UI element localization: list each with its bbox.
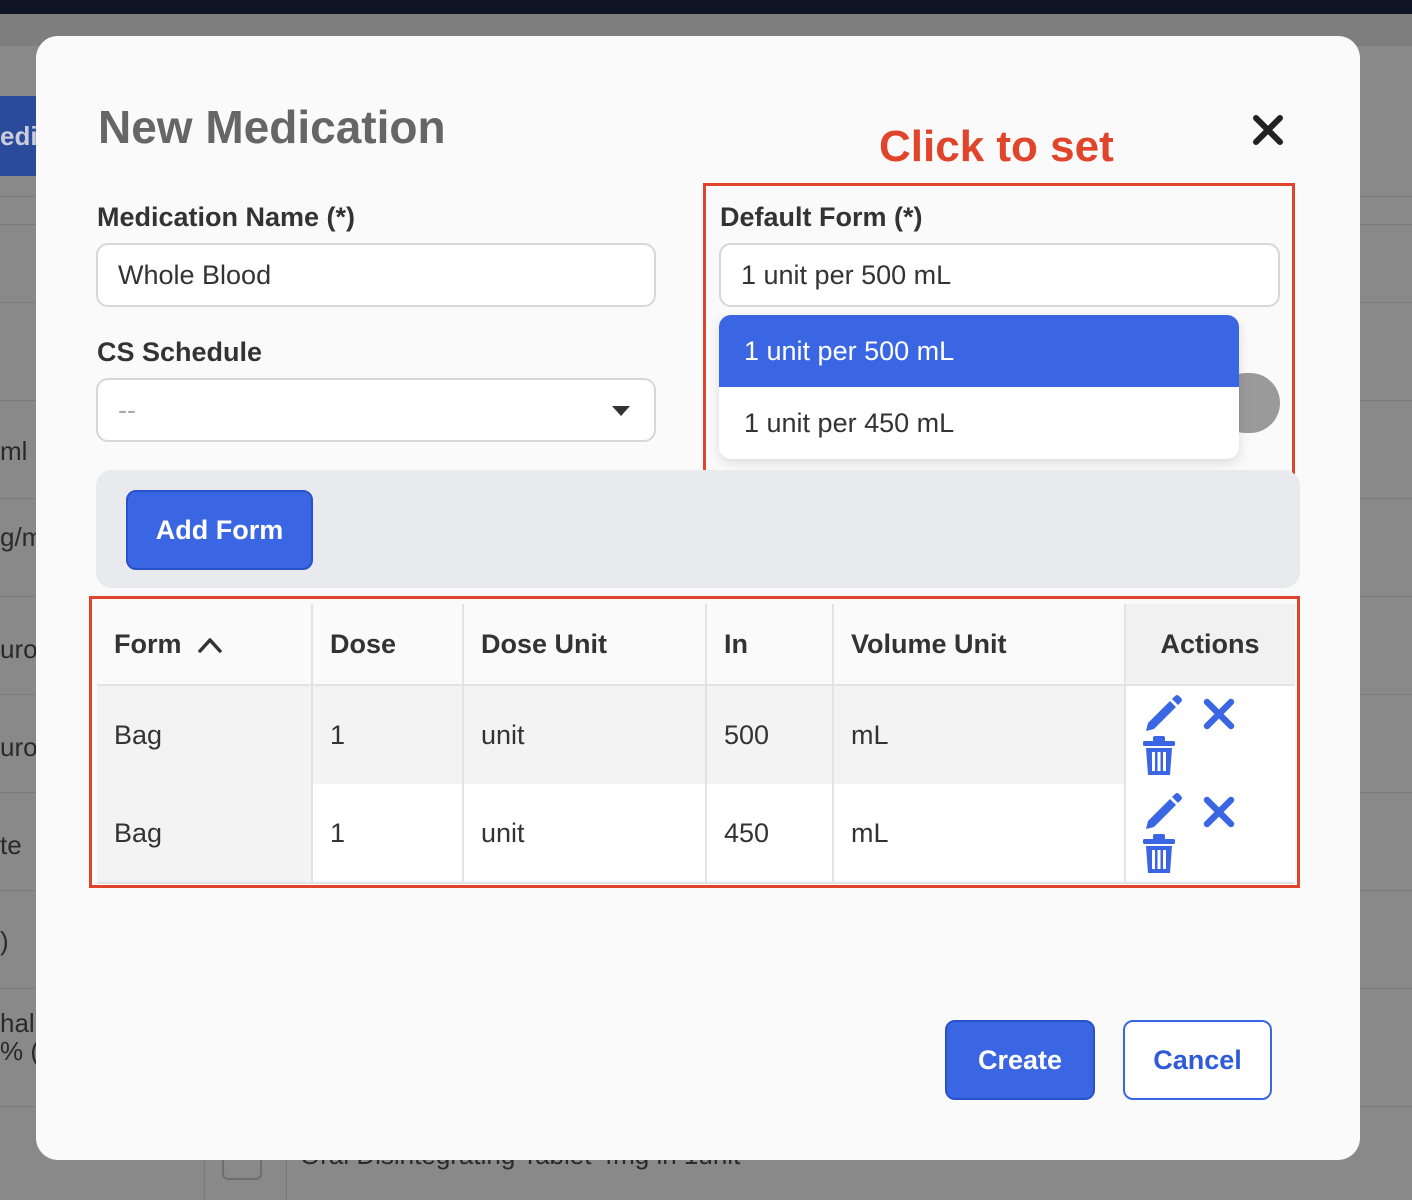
background-row-text: te — [0, 830, 22, 860]
background-row-text: uro — [0, 732, 38, 762]
background-row-text: ml ( — [0, 436, 38, 466]
new-medication-modal: New Medication Click to set Medication N… — [36, 36, 1360, 1160]
app-top-bar — [0, 0, 1412, 14]
annotation-click-to-set: Click to set — [879, 122, 1114, 171]
background-row-text: g/m — [0, 522, 38, 552]
cancel-button[interactable]: Cancel — [1123, 1020, 1272, 1100]
modal-title: New Medication — [98, 101, 446, 153]
cs-schedule-value: -- — [118, 395, 136, 425]
annotation-highlight-box — [703, 183, 1295, 480]
background-row-text: ) — [0, 926, 9, 956]
medication-name-input[interactable] — [96, 243, 656, 307]
chevron-down-icon — [612, 406, 630, 416]
cs-schedule-select[interactable]: -- — [96, 378, 656, 442]
close-icon[interactable] — [1248, 110, 1288, 150]
background-button-label: edi — [0, 121, 38, 151]
create-button[interactable]: Create — [945, 1020, 1095, 1100]
cs-schedule-label: CS Schedule — [97, 337, 263, 367]
background-row-text: uro — [0, 634, 38, 664]
medication-name-label: Medication Name (*) — [97, 202, 356, 232]
annotation-highlight-box — [89, 596, 1300, 888]
background-row-text: % (F — [0, 1036, 38, 1066]
add-form-button[interactable]: Add Form — [126, 490, 313, 570]
background-button: edi — [0, 96, 40, 176]
background-row-text: hal — [0, 1008, 35, 1038]
